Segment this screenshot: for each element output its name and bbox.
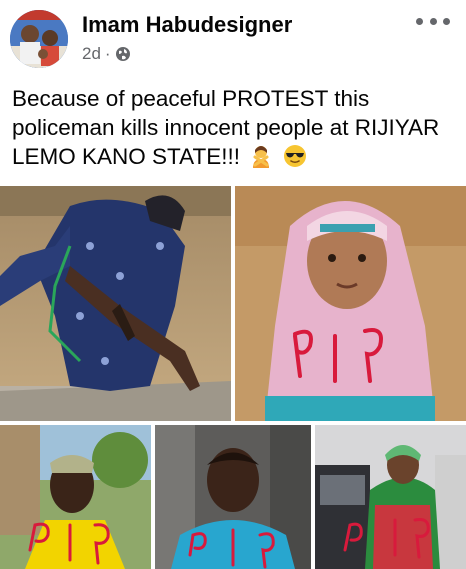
globe-icon <box>115 46 131 62</box>
post-header: Imam Habudesigner 2d · <box>0 0 466 76</box>
author-avatar[interactable] <box>10 10 68 68</box>
photo-victim-yellow-shirt[interactable] <box>0 425 151 569</box>
caption-text: Because of peaceful PROTEST this policem… <box>12 86 440 169</box>
post-caption: Because of peaceful PROTEST this policem… <box>12 84 452 171</box>
post-meta: 2d · <box>82 44 131 64</box>
photo-victim-woman[interactable] <box>315 425 466 569</box>
post-time[interactable]: 2d <box>82 44 101 64</box>
more-options-icon[interactable] <box>416 14 450 28</box>
meta-separator: · <box>104 44 111 63</box>
person-gesturing-no-emoji <box>250 144 272 168</box>
photo-policeman[interactable] <box>0 186 231 421</box>
author-name[interactable]: Imam Habudesigner <box>82 12 292 38</box>
photo-victim-girl[interactable] <box>235 186 466 421</box>
photo-victim-blue-shirt[interactable] <box>155 425 311 569</box>
sunglasses-face-emoji <box>283 144 307 168</box>
